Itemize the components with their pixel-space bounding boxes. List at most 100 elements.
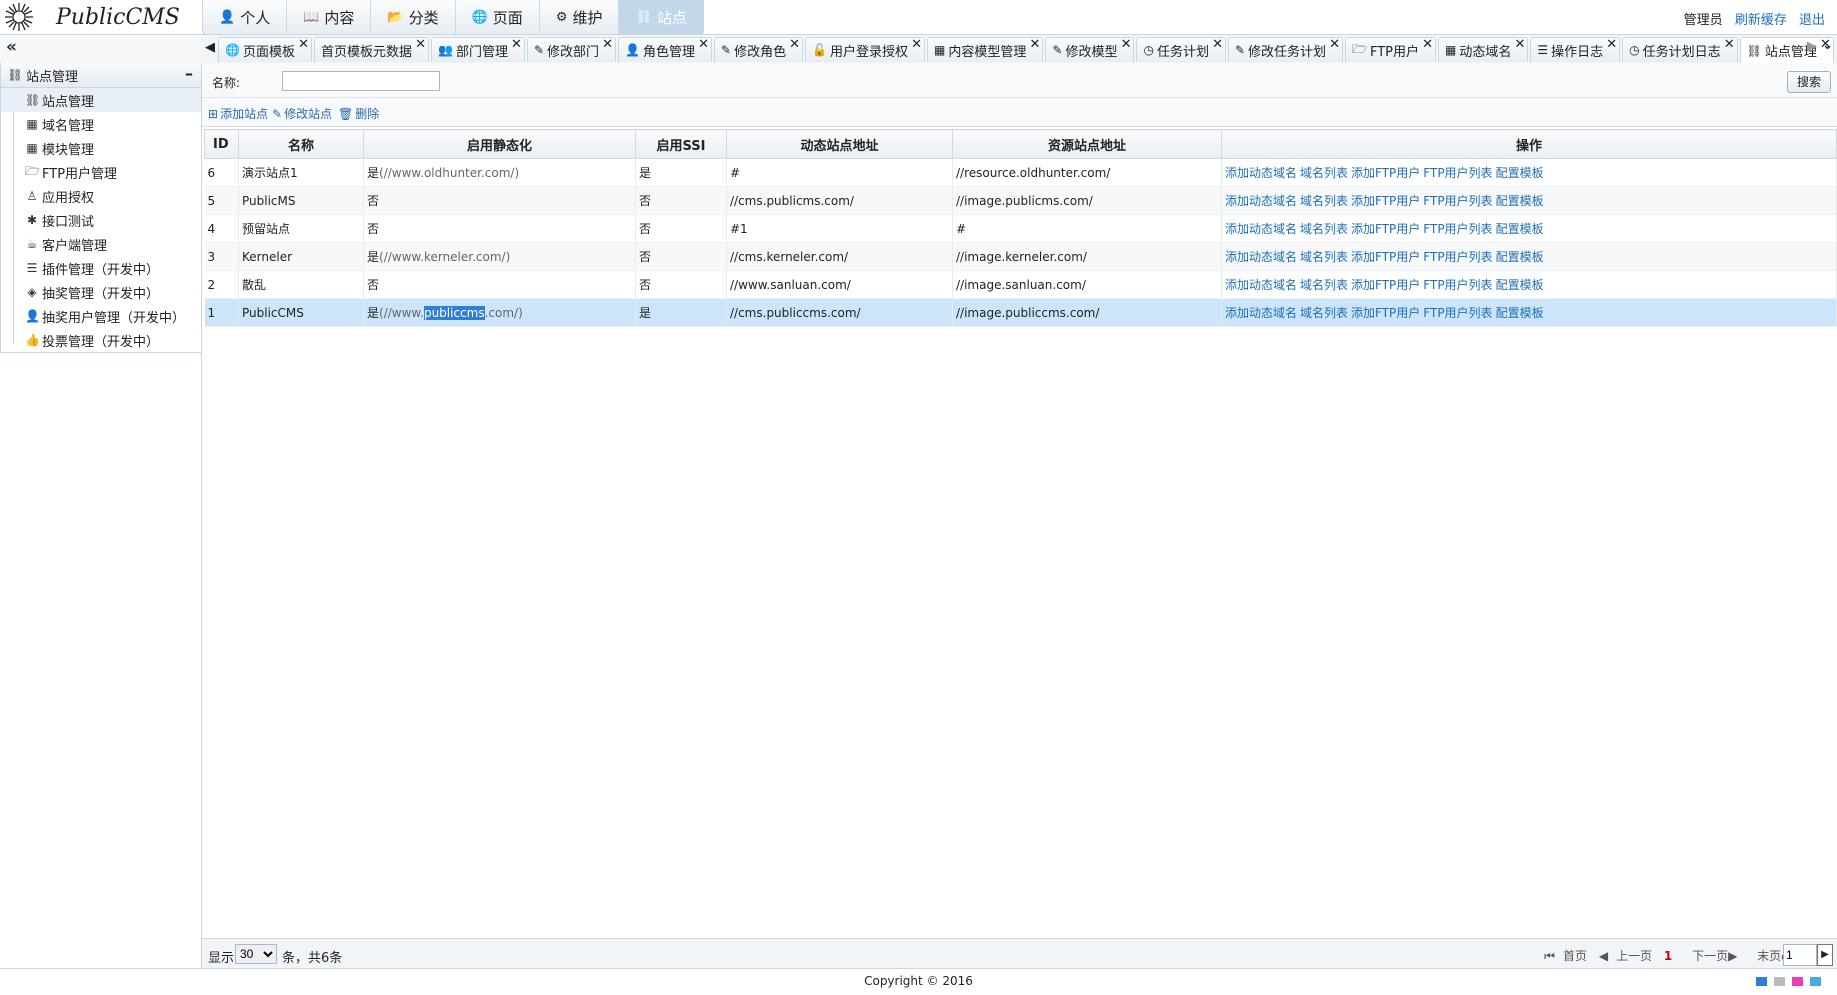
table-row[interactable]: 1 PublicCMS 是(//www.publiccms.com/) 是//cms.…	[204, 298, 1837, 327]
refresh-cache-link[interactable]: 刷新缓存	[1735, 13, 1787, 28]
tab[interactable]: 首页模板元数据 ✕	[313, 37, 429, 62]
tab[interactable]: 👥 部门管理 ✕	[430, 37, 525, 62]
name-search-input[interactable]	[282, 71, 440, 91]
topnav-item[interactable]: ⚙ 维护	[540, 0, 620, 34]
tab[interactable]: 🌐 页面模板 ✕	[218, 37, 312, 62]
page-size-select[interactable]: 30	[235, 944, 277, 964]
logo[interactable]: PublicCMS	[4, 2, 204, 32]
row-action-link[interactable]: 域名列表	[1300, 278, 1348, 292]
sidebar-item[interactable]: ♙ 应用授权	[1, 184, 201, 208]
close-tab-icon[interactable]: ✕	[602, 37, 613, 52]
go-page-icon[interactable]: ▶	[1817, 944, 1833, 966]
first-page-link[interactable]: ⏮ 首页	[1544, 949, 1587, 963]
theme-swatch[interactable]	[1792, 977, 1803, 986]
scroll-tabs-right-icon[interactable]: ▶	[1807, 39, 1817, 54]
close-tab-icon[interactable]: ✕	[1422, 37, 1433, 52]
column-header[interactable]: 名称	[238, 129, 364, 159]
close-tab-icon[interactable]: ✕	[415, 37, 426, 52]
topnav-item[interactable]: 👤 个人	[203, 0, 288, 34]
column-header[interactable]: ID	[204, 129, 239, 159]
sidebar-item[interactable]: ▦ 模块管理	[1, 136, 201, 160]
close-tab-icon[interactable]: ✕	[511, 37, 522, 52]
row-action-link[interactable]: 添加动态域名	[1225, 278, 1297, 292]
column-header[interactable]: 启用SSI	[635, 129, 727, 159]
sidebar-group-site-management[interactable]: ⛓ 站点管理 –	[1, 63, 201, 88]
sidebar-item[interactable]: ⛓ 站点管理	[1, 88, 201, 112]
close-tab-icon[interactable]: ✕	[698, 37, 709, 52]
search-button[interactable]: 搜索	[1787, 71, 1831, 93]
table-row[interactable]: 4 预留站点否否 #1 # 添加动态域名 域名列表 添加FTP用户 FTP用户列表 配置模板	[204, 214, 1837, 243]
column-header[interactable]: 动态站点地址	[726, 129, 953, 159]
row-action-link[interactable]: 配置模板	[1496, 250, 1544, 264]
close-tab-icon[interactable]: ✕	[1329, 37, 1340, 52]
collapse-sidebar-icon[interactable]: «	[6, 37, 17, 57]
theme-swatch[interactable]	[1810, 977, 1821, 986]
row-action-link[interactable]: FTP用户列表	[1423, 250, 1492, 264]
row-action-link[interactable]: 域名列表	[1300, 250, 1348, 264]
logout-link[interactable]: 退出	[1799, 13, 1825, 28]
row-action-link[interactable]: 添加动态域名	[1225, 166, 1297, 180]
close-tab-icon[interactable]: ✕	[1514, 37, 1525, 52]
tab[interactable]: ▦ 动态域名 ✕	[1437, 37, 1529, 62]
add-site-button[interactable]: ⊞ 添加站点	[208, 105, 268, 122]
close-tab-icon[interactable]: ✕	[1212, 37, 1223, 52]
sidebar-item[interactable]: ▦ 域名管理	[1, 112, 201, 136]
row-action-link[interactable]: 域名列表	[1300, 166, 1348, 180]
table-row[interactable]: 2 散乱否否//www.sanluan.com///image.sanluan.c…	[204, 270, 1837, 299]
row-action-link[interactable]: 添加FTP用户	[1351, 278, 1420, 292]
column-header[interactable]: 操作	[1221, 129, 1837, 159]
close-tab-icon[interactable]: ✕	[911, 37, 922, 52]
tab[interactable]: ◷ 任务计划日志 ✕	[1622, 37, 1738, 62]
row-action-link[interactable]: 添加FTP用户	[1351, 222, 1420, 236]
column-header[interactable]: 资源站点地址	[952, 129, 1222, 159]
topnav-item[interactable]: ⛓ 站点	[619, 0, 704, 34]
table-row[interactable]: 5 PublicMS 否否//cms.publicms.com///image.pu…	[204, 186, 1837, 215]
tab[interactable]: ✎ 修改部门 ✕	[526, 37, 617, 62]
sidebar-item[interactable]: 👍 投票管理（开发中）	[1, 328, 201, 352]
row-action-link[interactable]: 配置模板	[1496, 306, 1544, 320]
row-action-link[interactable]: 域名列表	[1300, 194, 1348, 208]
row-action-link[interactable]: 配置模板	[1496, 166, 1544, 180]
table-row[interactable]: 6 演示站点1 是(//www.oldhunter.com/) 是 #//resourc…	[204, 158, 1837, 187]
tab[interactable]: ▦ 内容模型管理 ✕	[927, 37, 1044, 62]
sidebar-item[interactable]: 🗁 FTP用户管理	[1, 160, 201, 184]
tab[interactable]: ◷ 任务计划 ✕	[1136, 37, 1226, 62]
sidebar-item[interactable]: ☰ 插件管理（开发中）	[1, 256, 201, 280]
scroll-tabs-left-icon[interactable]: ◀	[205, 40, 215, 55]
close-tab-icon[interactable]: ✕	[1606, 37, 1617, 52]
topnav-item[interactable]: 🌐 页面	[456, 0, 540, 34]
column-header[interactable]: 启用静态化	[363, 129, 636, 159]
tab[interactable]: 🔓 用户登录授权 ✕	[805, 37, 926, 62]
row-action-link[interactable]: 添加FTP用户	[1351, 166, 1420, 180]
row-action-link[interactable]: 配置模板	[1496, 222, 1544, 236]
sidebar-item[interactable]: ◈ 抽奖管理（开发中）	[1, 280, 201, 304]
next-page-link[interactable]: 下一页▶	[1684, 949, 1737, 963]
row-action-link[interactable]: FTP用户列表	[1423, 278, 1492, 292]
row-action-link[interactable]: FTP用户列表	[1423, 306, 1492, 320]
row-action-link[interactable]: FTP用户列表	[1423, 166, 1492, 180]
tab[interactable]: ⛓ 站点管理 ✕	[1739, 37, 1834, 63]
row-action-link[interactable]: 添加FTP用户	[1351, 306, 1420, 320]
table-row[interactable]: 3 Kerneler 是(//www.kerneler.com/) 否//cms.ke…	[204, 242, 1837, 271]
tab[interactable]: ✎ 修改角色 ✕	[714, 37, 804, 62]
row-action-link[interactable]: 添加动态域名	[1225, 222, 1297, 236]
tab[interactable]: ✎ 修改模型 ✕	[1045, 37, 1135, 62]
row-action-link[interactable]: FTP用户列表	[1423, 194, 1492, 208]
row-action-link[interactable]: 配置模板	[1496, 194, 1544, 208]
tab[interactable]: ☰ 操作日志 ✕	[1530, 37, 1621, 62]
tab[interactable]: 👤 角色管理 ✕	[618, 37, 712, 62]
goto-page-input[interactable]	[1783, 944, 1817, 966]
sidebar-item[interactable]: ☕ 客户端管理	[1, 232, 201, 256]
sidebar-item[interactable]: 👤 抽奖用户管理（开发中）	[1, 304, 201, 328]
tabs-menu-icon[interactable]: ⌄	[1822, 38, 1833, 53]
row-action-link[interactable]: 添加动态域名	[1225, 250, 1297, 264]
topnav-item[interactable]: 📖 内容	[287, 0, 372, 34]
collapse-group-icon[interactable]: –	[185, 64, 193, 83]
theme-swatch[interactable]	[1774, 977, 1785, 986]
row-action-link[interactable]: 添加动态域名	[1225, 306, 1297, 320]
sidebar-item[interactable]: ✱ 接口测试	[1, 208, 201, 232]
row-action-link[interactable]: 添加动态域名	[1225, 194, 1297, 208]
close-tab-icon[interactable]: ✕	[298, 37, 309, 52]
edit-site-button[interactable]: ✎ 修改站点	[272, 105, 332, 122]
tab[interactable]: ✎ 修改任务计划 ✕	[1227, 37, 1344, 62]
